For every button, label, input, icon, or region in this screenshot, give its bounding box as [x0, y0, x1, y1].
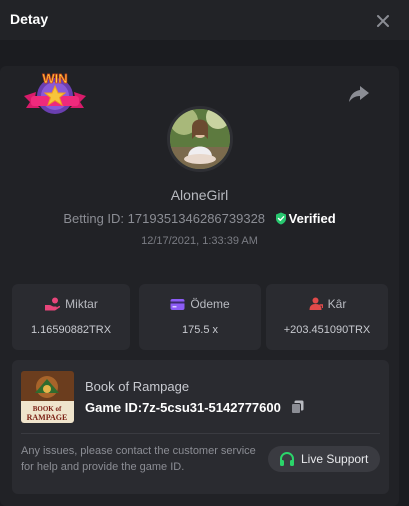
stat-profit-value: +203.451090TRX [283, 324, 371, 336]
verified-label: Verified [288, 211, 336, 226]
betting-id-value: 1719351346286739328 [127, 211, 266, 226]
copy-icon[interactable] [291, 400, 304, 414]
game-name: Book of Rampage [85, 379, 190, 394]
user-avatar [167, 106, 233, 172]
close-icon[interactable] [372, 10, 394, 32]
stat-profit: Kâr +203.451090TRX [266, 284, 388, 350]
game-id-row: Game ID:7z-5csu31-5142777600 [85, 400, 281, 415]
wallet-hand-icon [45, 297, 61, 311]
win-badge-icon: WIN [24, 71, 86, 114]
live-support-label: Live Support [301, 452, 369, 466]
stat-amount-label: Miktar [65, 297, 98, 311]
game-id-label: Game ID: [85, 400, 143, 415]
game-thumbnail[interactable]: BOOK of RAMPAGE [21, 371, 74, 423]
stat-profit-label: Kâr [327, 297, 347, 311]
headset-icon [280, 451, 294, 466]
stat-payout-value: 175.5 x [181, 324, 219, 336]
betting-id-label: Betting ID: [63, 211, 125, 226]
username: AloneGirl [170, 187, 229, 203]
stat-amount-value: 1.16590882TRX [30, 324, 112, 336]
stat-amount: Miktar 1.16590882TRX [12, 284, 130, 350]
stat-payout: Ödeme 175.5 x [139, 284, 261, 350]
bet-datetime: 12/17/2021, 1:33:39 AM [141, 235, 258, 247]
share-icon[interactable] [348, 84, 370, 104]
thumb-title-line1: BOOK of [33, 405, 62, 413]
verified-shield-icon [275, 212, 286, 225]
help-text: Any issues, please contact the customer … [21, 445, 256, 473]
win-badge-text: WIN [42, 71, 67, 86]
stat-payout-label: Ödeme [190, 297, 230, 311]
betting-id-row: Betting ID: 1719351346286739328 Verified [0, 211, 399, 226]
game-id-value: 7z-5csu31-5142777600 [142, 400, 281, 415]
game-info-card: BOOK of RAMPAGE Book of Rampage Game ID:… [12, 360, 389, 494]
live-support-button[interactable]: Live Support [268, 446, 380, 472]
card-icon [170, 299, 185, 310]
profit-person-icon [309, 297, 323, 310]
thumb-title-line2: RAMPAGE [27, 413, 68, 422]
dialog-title: Detay [10, 11, 49, 27]
dialog-header: Detay [0, 0, 409, 40]
divider [21, 433, 380, 434]
